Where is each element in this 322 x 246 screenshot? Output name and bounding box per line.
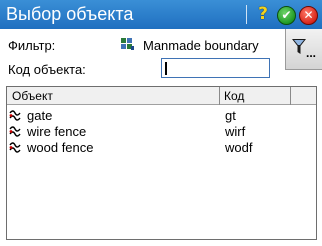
column-divider [290,87,291,105]
window-title: Выбор объекта [6,4,134,24]
question-mark-icon[interactable]: ? [254,5,272,23]
list-item-name: wire fence [27,124,87,139]
filter-value[interactable]: Manmade boundary [143,38,259,53]
object-selection-window: Выбор объекта ? ✔ ✕ Фильтр: Manmade boun… [0,0,322,246]
list-item[interactable]: wire fence wirf [7,123,316,139]
column-divider [219,87,220,105]
list-item-name: gate [27,108,53,123]
text-caret [165,62,167,75]
filter-label: Фильтр: [8,38,56,53]
layer-grid-icon [121,38,134,50]
filter-button-dots: ... [306,46,317,60]
object-list[interactable]: Объект Код gate gt wire fence wirf wood … [6,86,317,240]
close-icon[interactable]: ✕ [299,6,318,25]
list-item-name: wood fence [27,140,94,155]
list-item-code: wirf [225,124,246,139]
line-feature-icon [9,110,21,121]
list-header: Объект Код [7,87,316,105]
list-item[interactable]: gate gt [7,107,316,123]
filter-button[interactable]: ... [285,29,322,70]
check-icon[interactable]: ✔ [277,6,296,25]
line-feature-icon [9,126,21,137]
object-code-label: Код объекта: [8,62,86,77]
column-header-object[interactable]: Объект [12,89,53,103]
object-code-input[interactable] [161,58,270,78]
list-item-code: wodf [225,140,253,155]
funnel-icon [292,39,306,54]
list-item[interactable]: wood fence wodf [7,139,316,155]
title-bar: Выбор объекта ? ✔ ✕ [0,0,322,29]
list-item-code: gt [225,108,236,123]
column-header-code[interactable]: Код [224,89,244,103]
line-feature-icon [9,142,21,153]
title-separator [246,5,247,24]
